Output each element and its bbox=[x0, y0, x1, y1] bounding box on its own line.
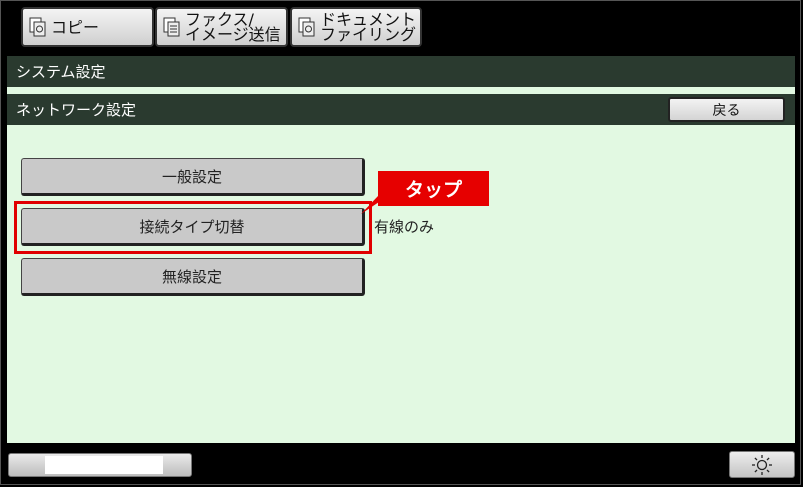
header-divider bbox=[7, 87, 795, 94]
copy-icon bbox=[29, 17, 47, 37]
document-filing-icon bbox=[298, 17, 316, 37]
sun-brightness-icon bbox=[752, 454, 772, 475]
system-settings-title: システム設定 bbox=[16, 63, 106, 81]
general-settings-button[interactable]: 一般設定 bbox=[21, 158, 365, 196]
general-settings-label: 一般設定 bbox=[161, 167, 222, 186]
tab-document-filing-label: ドキュメント ファイリング bbox=[320, 10, 417, 44]
system-settings-bar: システム設定 bbox=[7, 56, 795, 87]
back-button-label: 戻る bbox=[712, 102, 741, 119]
network-settings-bar: ネットワーク設定 戻る bbox=[7, 94, 795, 125]
job-status-display bbox=[45, 456, 163, 474]
fax-icon bbox=[163, 17, 181, 37]
wireless-settings-button[interactable]: 無線設定 bbox=[21, 258, 365, 296]
wireless-settings-label: 無線設定 bbox=[161, 267, 222, 286]
tap-highlight-box bbox=[14, 201, 372, 254]
main-panel: システム設定 ネットワーク設定 戻る 一般設定 接続タイプ切替 有線のみ 無線設… bbox=[7, 56, 795, 443]
connection-type-value: 有線のみ bbox=[374, 218, 435, 236]
back-button[interactable]: 戻る bbox=[668, 97, 785, 122]
job-status-button[interactable] bbox=[8, 453, 192, 477]
tab-fax-label: ファクス/ イメージ送信 bbox=[185, 10, 281, 44]
tab-fax-image-send[interactable]: ファクス/ イメージ送信 bbox=[155, 7, 288, 47]
tab-copy-label: コピー bbox=[51, 17, 100, 37]
tab-copy[interactable]: コピー bbox=[21, 7, 154, 47]
brightness-button[interactable] bbox=[729, 451, 795, 478]
tap-callout: タップ bbox=[378, 171, 489, 206]
tab-document-filing[interactable]: ドキュメント ファイリング bbox=[290, 7, 422, 47]
tap-callout-text: タップ bbox=[404, 179, 462, 201]
network-settings-title: ネットワーク設定 bbox=[16, 101, 137, 119]
